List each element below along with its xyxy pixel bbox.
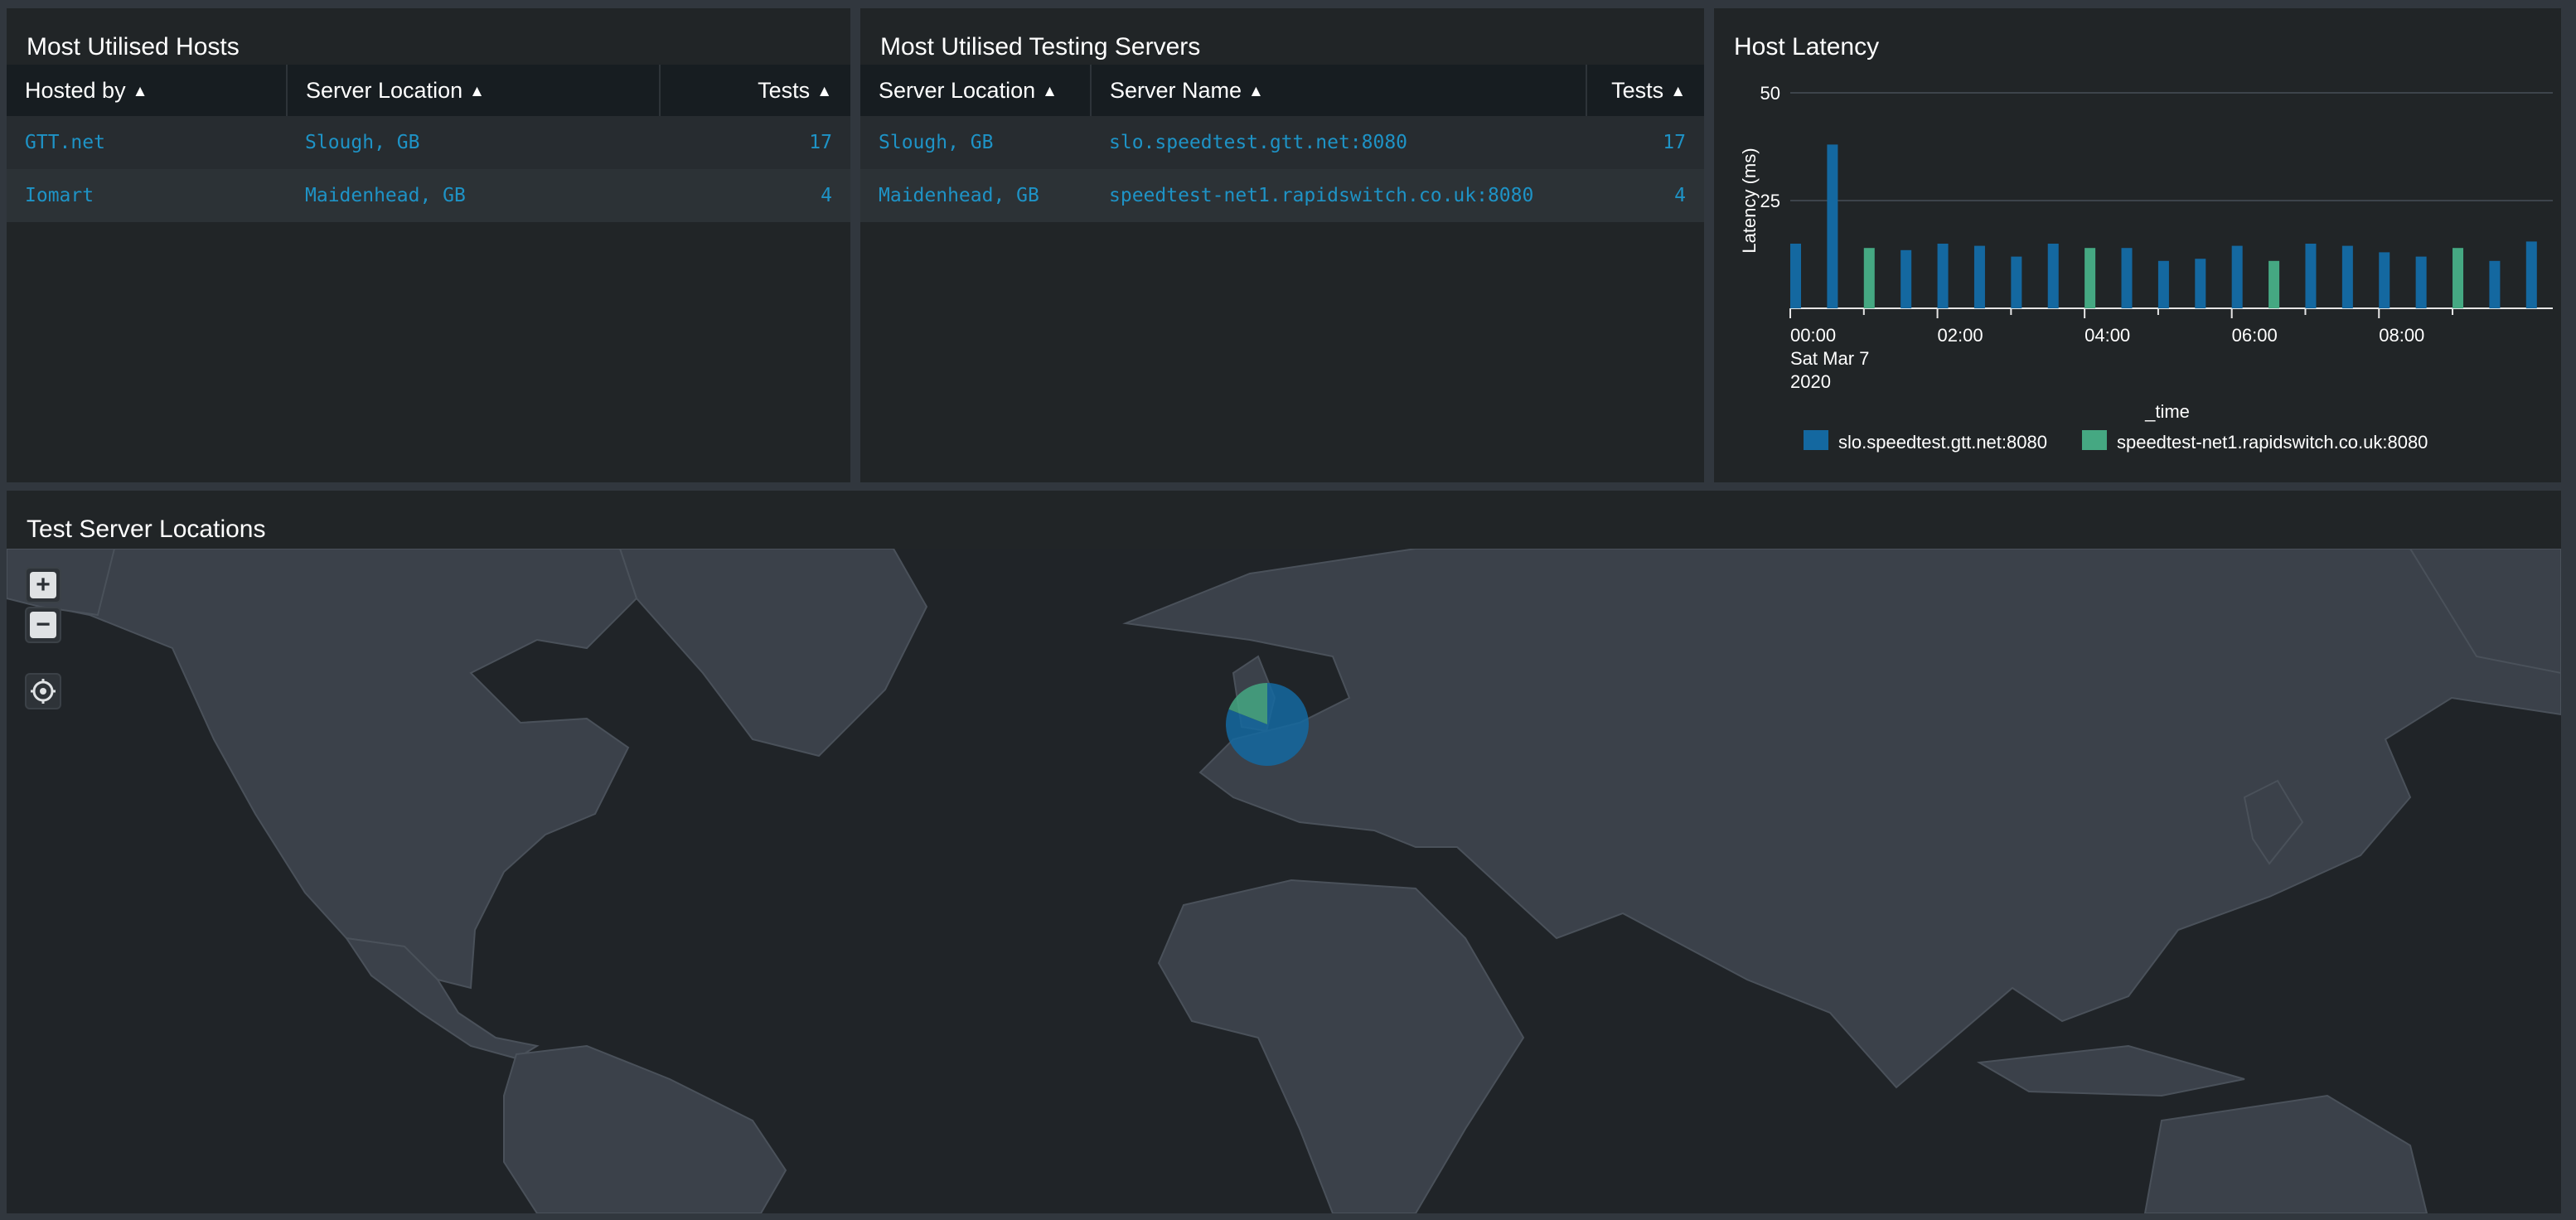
latency-panel: Host Latency 25 50 00:00 02:00 04:00 06:00 08:… bbox=[1714, 8, 2561, 482]
servers-panel: Most Utilised Testing Servers Server Loc… bbox=[860, 8, 1704, 482]
latency-bar bbox=[2231, 245, 2243, 308]
servers-table: Server Location ▲︎ Server Name ▲︎ Tests ▲︎ … bbox=[860, 65, 1704, 222]
latency-bar bbox=[2195, 259, 2206, 308]
hosts-table: Hosted by ▲︎ Server Location ▲︎ Tests ▲︎ GT… bbox=[7, 65, 850, 222]
y-tick-label: 25 bbox=[1760, 191, 1780, 211]
latency-bar bbox=[2415, 256, 2427, 308]
latency-bar bbox=[2489, 260, 2501, 308]
latency-bar bbox=[2121, 248, 2133, 308]
zoom-out-icon: − bbox=[30, 612, 56, 638]
x-axis-title: _time bbox=[2144, 401, 2190, 422]
column-header-server-location[interactable]: Server Location ▲︎ bbox=[860, 65, 1091, 116]
locate-icon bbox=[31, 679, 56, 704]
legend-swatch bbox=[2081, 430, 2107, 450]
legend-swatch bbox=[1804, 430, 1828, 450]
x-tick-label: 04:00 bbox=[2085, 325, 2130, 346]
hosted-by-cell[interactable]: Iomart bbox=[7, 169, 287, 222]
x-tick-label: 08:00 bbox=[2379, 325, 2424, 346]
latency-chart: 25 50 00:00 02:00 04:00 06:00 08:00 Sat Mar 720… bbox=[1739, 83, 2553, 453]
column-header-hosted-by[interactable]: Hosted by ▲︎ bbox=[7, 65, 287, 116]
table-row: Maidenhead, GB speedtest-net1.rapidswitc… bbox=[860, 169, 1704, 222]
column-header-server-name[interactable]: Server Name ▲︎ bbox=[1090, 65, 1586, 116]
table-row: GTT.net Slough, GB 17 bbox=[7, 116, 850, 169]
zoom-in-button[interactable]: + bbox=[25, 567, 61, 603]
latency-bar bbox=[2379, 252, 2390, 308]
latency-bar bbox=[2525, 241, 2537, 308]
map-marker-layer bbox=[1226, 683, 1309, 766]
tests-cell[interactable]: 17 bbox=[1586, 116, 1704, 169]
latency-bar bbox=[2011, 256, 2022, 308]
hosted-by-cell[interactable]: GTT.net bbox=[7, 116, 287, 169]
latency-bar bbox=[2085, 248, 2096, 308]
x-tick-date-label: 2020 bbox=[1790, 371, 1831, 392]
table-row: Iomart Maidenhead, GB 4 bbox=[7, 169, 850, 222]
latency-bar bbox=[2157, 260, 2169, 308]
column-header-tests[interactable]: Tests ▲︎ bbox=[659, 65, 850, 116]
servers-panel-title: Most Utilised Testing Servers bbox=[880, 33, 1201, 61]
sort-icon: ▲︎ bbox=[1670, 82, 1686, 100]
legend-label: speedtest-net1.rapidswitch.co.uk:8080 bbox=[2117, 432, 2428, 453]
sort-icon: ▲︎ bbox=[816, 82, 832, 100]
server-location-cell[interactable]: Maidenhead, GB bbox=[860, 169, 1091, 222]
server-location-cell[interactable]: Slough, GB bbox=[287, 116, 660, 169]
sort-icon: ▲︎ bbox=[1042, 82, 1058, 100]
x-tick-label: 02:00 bbox=[1938, 325, 1983, 346]
tests-cell[interactable]: 17 bbox=[660, 116, 850, 169]
table-row: Slough, GB slo.speedtest.gtt.net:8080 17 bbox=[860, 116, 1704, 169]
latency-bar bbox=[1863, 248, 1875, 308]
legend-label: slo.speedtest.gtt.net:8080 bbox=[1838, 432, 2047, 453]
server-location-cell[interactable]: Slough, GB bbox=[860, 116, 1091, 169]
zoom-out-button[interactable]: − bbox=[25, 607, 61, 643]
latency-bar bbox=[2453, 248, 2464, 308]
latency-bar bbox=[1827, 144, 1838, 308]
world-map[interactable]: + − bbox=[7, 549, 2561, 1213]
x-tick-date-label: Sat Mar 7 bbox=[1790, 348, 1869, 369]
hosts-panel: Most Utilised Hosts Hosted by ▲︎ Server L… bbox=[7, 8, 850, 482]
latency-bar bbox=[1937, 244, 1949, 308]
latency-bar bbox=[2047, 244, 2059, 308]
sort-icon: ▲︎ bbox=[469, 82, 485, 100]
locate-button[interactable] bbox=[25, 673, 61, 709]
hosts-panel-title: Most Utilised Hosts bbox=[27, 33, 240, 61]
column-header-server-location[interactable]: Server Location ▲︎ bbox=[286, 65, 660, 116]
latency-bar bbox=[2341, 245, 2353, 308]
server-location-cell[interactable]: Maidenhead, GB bbox=[287, 169, 660, 222]
latency-bar bbox=[1790, 244, 1801, 308]
map-panel: Test Server Locations + − bbox=[7, 491, 2561, 1213]
y-axis-title: Latency (ms) bbox=[1739, 148, 1760, 253]
x-tick-label: 00:00 bbox=[1790, 325, 1836, 346]
map-panel-title: Test Server Locations bbox=[27, 516, 266, 543]
tests-cell[interactable]: 4 bbox=[1586, 169, 1704, 222]
server-name-cell[interactable]: speedtest-net1.rapidswitch.co.uk:8080 bbox=[1091, 169, 1586, 222]
latency-bar bbox=[2305, 244, 2317, 308]
latency-bar bbox=[2269, 260, 2280, 308]
sort-icon: ▲︎ bbox=[1248, 82, 1264, 100]
y-tick-label: 50 bbox=[1760, 83, 1780, 104]
tests-cell[interactable]: 4 bbox=[660, 169, 850, 222]
zoom-in-icon: + bbox=[30, 572, 56, 598]
latency-bar bbox=[1973, 245, 1985, 308]
server-name-cell[interactable]: slo.speedtest.gtt.net:8080 bbox=[1091, 116, 1586, 169]
latency-bar bbox=[1901, 249, 1912, 308]
x-tick-label: 06:00 bbox=[2232, 325, 2278, 346]
sort-icon: ▲︎ bbox=[132, 82, 148, 100]
column-header-tests[interactable]: Tests ▲︎ bbox=[1586, 65, 1704, 116]
